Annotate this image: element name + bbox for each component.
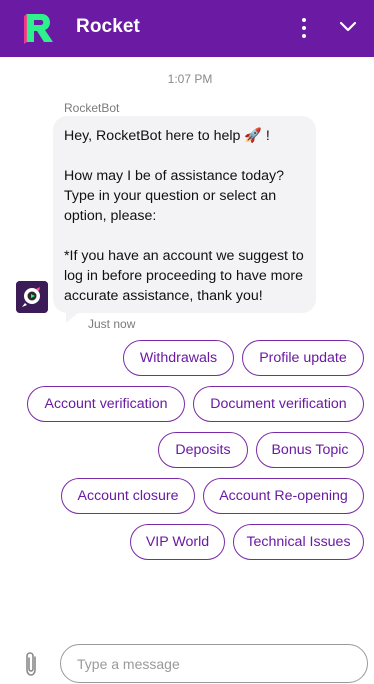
sender-name: RocketBot xyxy=(64,101,120,115)
quick-reply-withdrawals[interactable]: Withdrawals xyxy=(123,340,234,376)
quick-reply-account-closure[interactable]: Account closure xyxy=(61,478,195,514)
message-timestamp: 1:07 PM xyxy=(167,72,213,86)
message-input[interactable] xyxy=(60,644,368,683)
paperclip-icon[interactable] xyxy=(22,650,42,678)
quick-reply-profile-update[interactable]: Profile update xyxy=(242,340,364,376)
chevron-down-icon[interactable] xyxy=(338,17,358,37)
message-note: *If you have an account we suggest to lo… xyxy=(64,248,304,304)
message-status: Just now xyxy=(88,317,136,331)
chat-header: Rocket xyxy=(0,0,374,57)
app-title: Rocket xyxy=(76,16,140,37)
message-question: How may I be of assistance today? Type i… xyxy=(64,168,285,224)
bubble-tail xyxy=(66,313,78,323)
bot-avatar xyxy=(16,281,48,313)
bot-message-bubble: Hey, RocketBot here to help 🚀 ! How may … xyxy=(53,116,316,313)
quick-reply-deposits[interactable]: Deposits xyxy=(158,432,248,468)
rocket-logo-icon xyxy=(24,14,53,44)
quick-reply-document-verification[interactable]: Document verification xyxy=(193,386,364,422)
message-greeting: Hey, RocketBot here to help 🚀 ! xyxy=(64,128,270,144)
quick-reply-technical-issues[interactable]: Technical Issues xyxy=(233,524,364,560)
quick-reply-vip-world[interactable]: VIP World xyxy=(130,524,225,560)
quick-reply-account-reopening[interactable]: Account Re-opening xyxy=(203,478,364,514)
kebab-menu-icon[interactable] xyxy=(296,16,312,40)
quick-reply-bonus-topic[interactable]: Bonus Topic xyxy=(256,432,364,468)
quick-reply-account-verification[interactable]: Account verification xyxy=(27,386,185,422)
